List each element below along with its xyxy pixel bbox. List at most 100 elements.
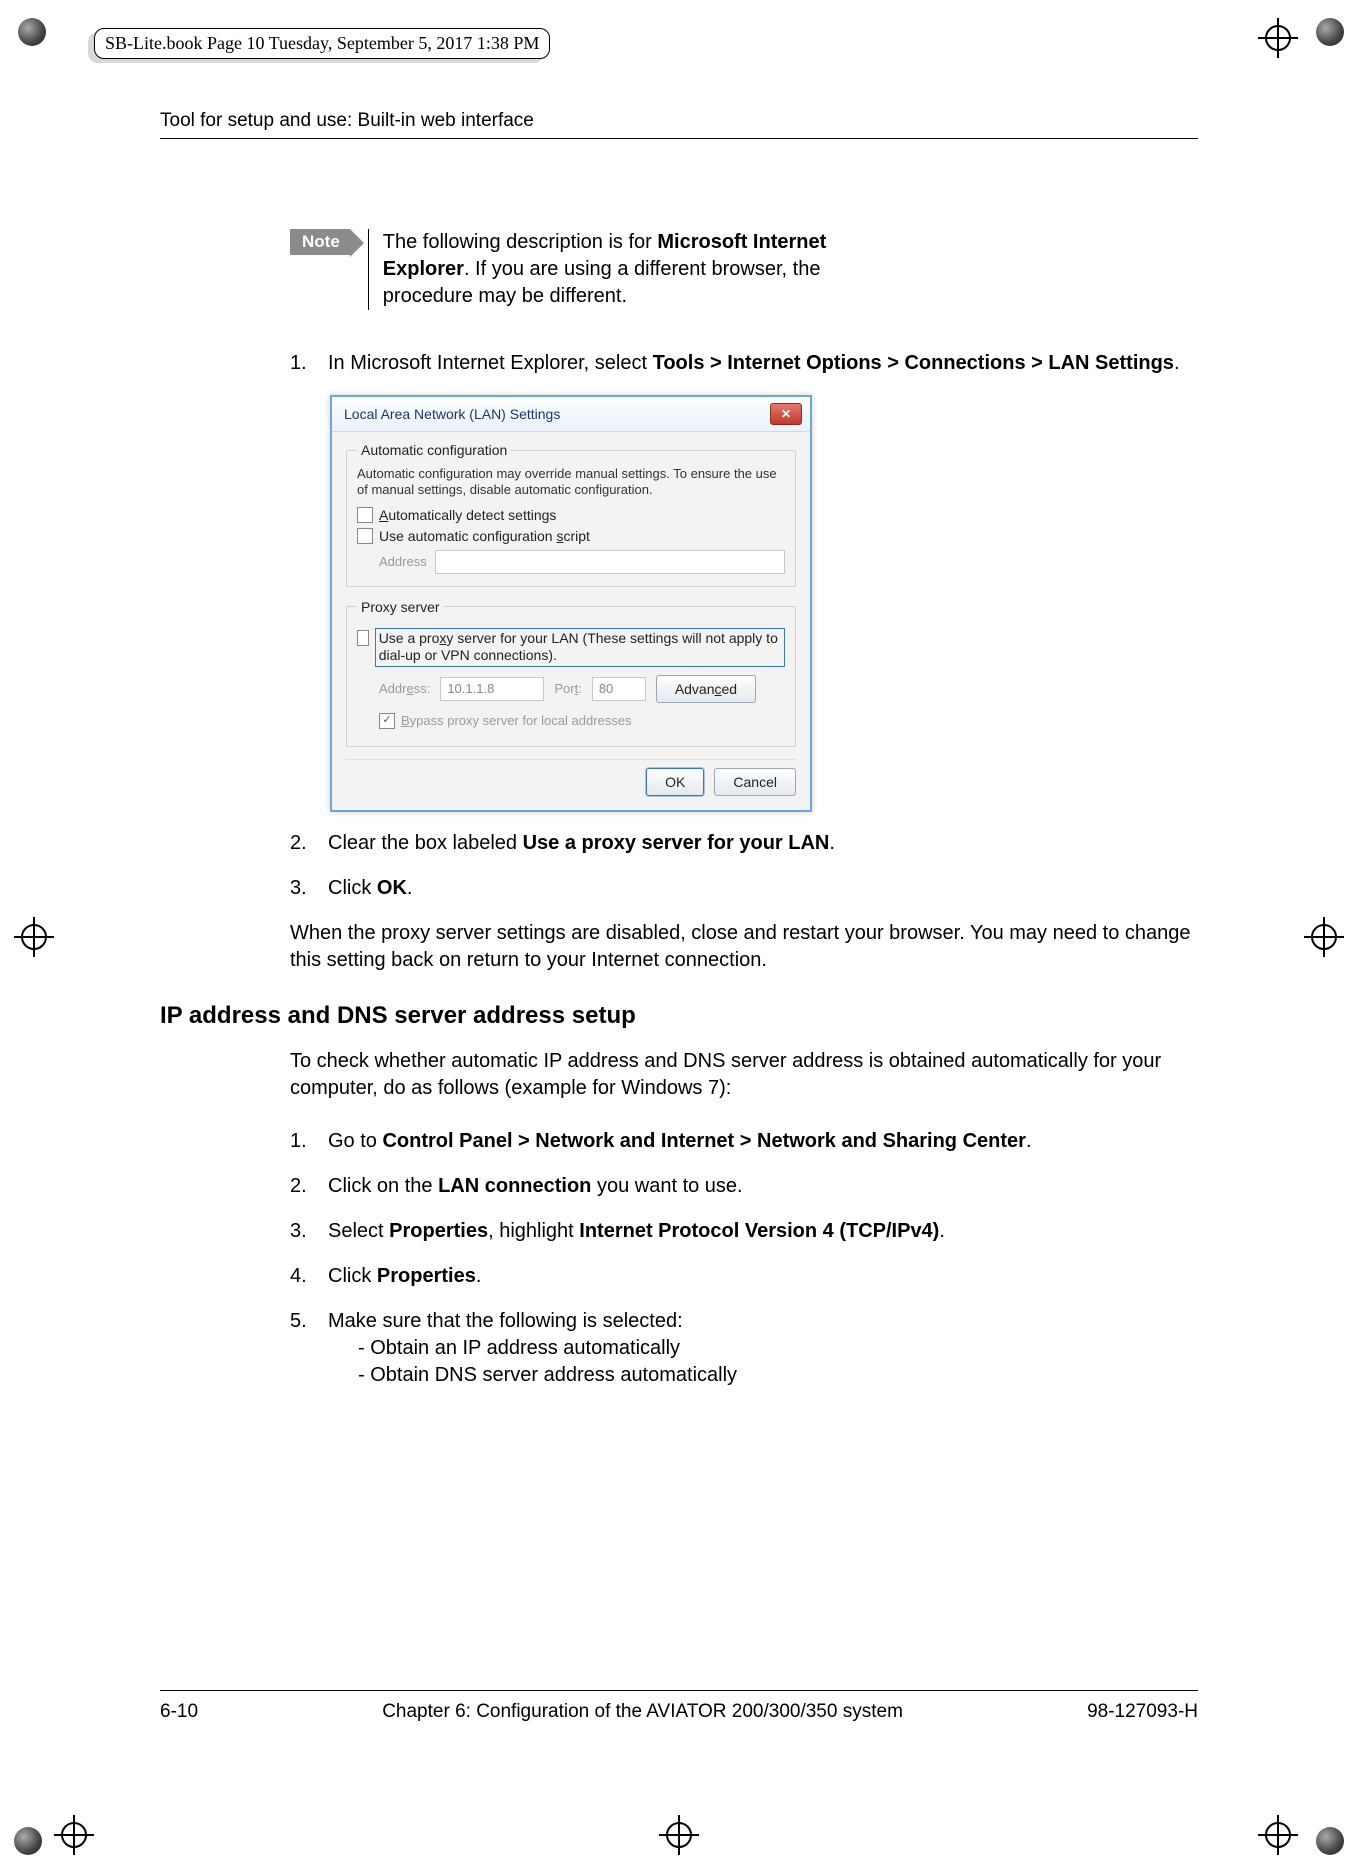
close-button[interactable]: ✕	[770, 403, 802, 425]
text-bold: Tools > Internet Options > Connections >…	[653, 352, 1174, 374]
proxy-address-input[interactable]: 10.1.1.8	[440, 677, 544, 701]
checkbox-icon	[357, 528, 373, 544]
step-number: 3.	[290, 875, 312, 902]
content-area: Tool for setup and use: Built-in web int…	[160, 110, 1198, 1407]
dialog-title: Local Area Network (LAN) Settings	[344, 406, 560, 422]
list-item: 3. Click OK.	[290, 875, 1198, 902]
text: Addr	[379, 681, 406, 696]
running-header: Tool for setup and use: Built-in web int…	[160, 110, 1198, 139]
printer-dot-icon	[18, 18, 46, 46]
sub-item: - Obtain an IP address automatically	[358, 1335, 737, 1362]
text: Clear the box labeled	[328, 832, 523, 854]
text-bold: Control Panel > Network and Internet > N…	[382, 1130, 1025, 1152]
step-text: Click OK.	[328, 875, 412, 902]
advanced-button[interactable]: Advanced	[656, 675, 756, 703]
embedded-screenshot: Local Area Network (LAN) Settings ✕ Auto…	[330, 395, 1198, 812]
printer-crosshair-icon	[54, 1815, 94, 1855]
printer-crosshair-icon	[1258, 1815, 1298, 1855]
text: B	[401, 713, 410, 728]
note-block: Note The following description is for Mi…	[290, 229, 1198, 310]
list-item: 5. Make sure that the following is selec…	[290, 1308, 1198, 1389]
text: Go to	[328, 1130, 382, 1152]
paragraph: When the proxy server settings are disab…	[290, 920, 1198, 974]
checkbox-bypass-local[interactable]: Bypass proxy server for local addresses	[379, 713, 785, 729]
steps-list-a-cont: 2. Clear the box labeled Use a proxy ser…	[290, 830, 1198, 902]
text: The following description is for	[383, 231, 658, 253]
text: .	[1026, 1130, 1032, 1152]
list-item: 3. Select Properties, highlight Internet…	[290, 1218, 1198, 1245]
sub-item: - Obtain DNS server address automaticall…	[358, 1362, 737, 1389]
step-number: 1.	[290, 350, 312, 377]
checkbox-label: Automatically detect settings	[379, 507, 556, 523]
printer-dot-icon	[14, 1827, 42, 1855]
checkbox-use-proxy[interactable]: Use a proxy server for your LAN (These s…	[357, 628, 785, 667]
text-bold: Use a proxy server for your LAN	[523, 832, 830, 854]
proxy-address-label: Address:	[379, 681, 430, 696]
text: A	[379, 507, 388, 523]
text: Click on the	[328, 1175, 438, 1197]
note-text: The following description is for Microso…	[368, 229, 903, 310]
paragraph: To check whether automatic IP address an…	[290, 1048, 1198, 1102]
group-legend: Proxy server	[357, 599, 444, 615]
address-label: Address	[379, 554, 427, 569]
text-bold: LAN connection	[438, 1175, 591, 1197]
printer-crosshair-icon	[14, 917, 54, 957]
group-automatic-configuration: Automatic configuration Automatic config…	[346, 442, 796, 587]
text: Advan	[675, 681, 715, 697]
group-description: Automatic configuration may override man…	[357, 466, 785, 499]
step-text: Clear the box labeled Use a proxy server…	[328, 830, 835, 857]
footer-chapter: Chapter 6: Configuration of the AVIATOR …	[382, 1701, 903, 1723]
printer-crosshair-icon	[659, 1815, 699, 1855]
footer-docnum: 98-127093-H	[1087, 1701, 1198, 1723]
text: .	[829, 832, 835, 854]
print-meta-note: SB-Lite.book Page 10 Tuesday, September …	[94, 28, 550, 59]
step-number: 2.	[290, 830, 312, 857]
script-address-input[interactable]	[435, 550, 785, 574]
list-item: 1. Go to Control Panel > Network and Int…	[290, 1128, 1198, 1155]
text: you want to use.	[591, 1175, 742, 1197]
text: .	[407, 877, 413, 899]
text-bold: Properties	[377, 1265, 476, 1287]
step-text: In Microsoft Internet Explorer, select T…	[328, 350, 1180, 377]
checkbox-icon	[379, 713, 395, 729]
step-number: 1.	[290, 1128, 312, 1155]
footer-pagenum: 6-10	[160, 1701, 198, 1723]
step-text: Select Properties, highlight Internet Pr…	[328, 1218, 945, 1245]
steps-list-b: 1. Go to Control Panel > Network and Int…	[290, 1128, 1198, 1389]
section-heading: IP address and DNS server address setup	[160, 1002, 1198, 1030]
text: ss:	[414, 681, 431, 696]
printer-crosshair-icon	[1304, 917, 1344, 957]
step-number: 3.	[290, 1218, 312, 1245]
proxy-port-label: Port:	[554, 681, 581, 696]
text: Select	[328, 1220, 389, 1242]
list-item: 2. Clear the box labeled Use a proxy ser…	[290, 830, 1198, 857]
list-item: 4. Click Properties.	[290, 1263, 1198, 1290]
text: utomatically detect settings	[388, 507, 556, 523]
ok-button[interactable]: OK	[646, 768, 704, 796]
text: Click	[328, 877, 377, 899]
text: Por	[554, 681, 574, 696]
close-icon: ✕	[781, 407, 791, 421]
step-text: Make sure that the following is selected…	[328, 1308, 737, 1389]
proxy-port-input[interactable]: 80	[592, 677, 646, 701]
page-footer: 6-10 Chapter 6: Configuration of the AVI…	[160, 1690, 1198, 1723]
text: Click	[328, 1265, 377, 1287]
checkbox-auto-script[interactable]: Use automatic configuration script	[357, 528, 785, 544]
text: e	[406, 681, 413, 696]
text: .	[476, 1265, 482, 1287]
checkbox-label: Use a proxy server for your LAN (These s…	[375, 628, 785, 667]
printer-dot-icon	[1316, 18, 1344, 46]
step-text: Go to Control Panel > Network and Intern…	[328, 1128, 1032, 1155]
checkbox-auto-detect[interactable]: Automatically detect settings	[357, 507, 785, 523]
printer-crosshair-icon	[1258, 18, 1298, 58]
group-legend: Automatic configuration	[357, 442, 511, 458]
text: In Microsoft Internet Explorer, select	[328, 352, 653, 374]
list-item: 2. Click on the LAN connection you want …	[290, 1173, 1198, 1200]
step-text: Click on the LAN connection you want to …	[328, 1173, 743, 1200]
text: .	[939, 1220, 945, 1242]
text: .	[1174, 352, 1180, 374]
text: Use automatic configuration	[379, 528, 556, 544]
cancel-button[interactable]: Cancel	[714, 768, 796, 796]
printer-dot-icon	[1316, 1827, 1344, 1855]
lan-settings-dialog: Local Area Network (LAN) Settings ✕ Auto…	[330, 395, 812, 812]
